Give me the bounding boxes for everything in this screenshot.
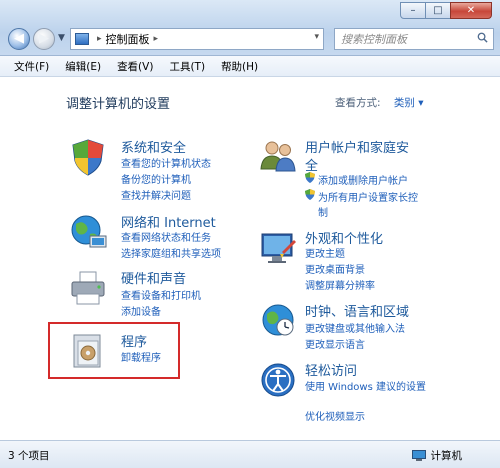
link-parental-controls[interactable]: 为所有用户设置家长控 [318, 189, 418, 204]
uac-shield-icon [305, 189, 315, 200]
link-adjust-resolution[interactable]: 调整屏幕分辨率 [305, 277, 375, 292]
breadcrumb-separator-icon[interactable]: ▸ [97, 34, 102, 44]
user-accounts-icon[interactable] [258, 137, 298, 177]
address-bar[interactable]: ▸ 控制面板 ▸ ▾ [70, 28, 324, 50]
back-arrow-icon: ◀ [14, 31, 24, 46]
search-icon[interactable] [477, 32, 488, 43]
link-change-desktop-background[interactable]: 更改桌面背景 [305, 261, 365, 276]
breadcrumb-separator-icon[interactable]: ▸ [154, 34, 159, 44]
search-placeholder: 搜索控制面板 [341, 33, 407, 46]
link-troubleshoot[interactable]: 查找并解决问题 [121, 187, 191, 202]
uac-shield-icon [305, 172, 315, 183]
address-dropdown-icon[interactable]: ▾ [314, 32, 319, 42]
ease-of-access-icon[interactable] [258, 360, 298, 400]
link-view-computer-status[interactable]: 查看您的计算机状态 [121, 155, 211, 170]
status-bar: 3 个项目 计算机 [0, 440, 500, 468]
control-panel-icon [75, 33, 89, 45]
category-clock-language-region[interactable]: 时钟、语言和区域 [305, 301, 409, 320]
menu-file[interactable]: 文件(F) [0, 59, 57, 74]
category-system-security[interactable]: 系统和安全 [121, 137, 186, 156]
status-computer: 计算机 [411, 448, 463, 463]
link-backup-computer[interactable]: 备份您的计算机 [121, 171, 191, 186]
network-globe-icon[interactable] [68, 212, 108, 252]
appearance-icon[interactable] [258, 228, 298, 268]
computer-icon [411, 450, 426, 461]
control-panel-window: – □ ✕ ◀ ▶ ▼ ▸ 控制面板 ▸ ▾ 搜索控制面板 文件(F) 编辑(E… [0, 0, 500, 468]
link-add-device[interactable]: 添加设备 [121, 303, 161, 318]
programs-highlight-box [48, 322, 180, 379]
link-add-remove-accounts[interactable]: 添加或删除用户帐户 [318, 172, 408, 187]
view-by-label: 查看方式: [335, 97, 381, 109]
printer-icon[interactable] [68, 268, 108, 308]
shield-icon[interactable] [68, 137, 108, 177]
clock-globe-icon[interactable] [258, 300, 298, 340]
menu-edit[interactable]: 编辑(E) [57, 59, 109, 74]
link-change-theme[interactable]: 更改主题 [305, 245, 345, 260]
page-title: 调整计算机的设置 [66, 97, 171, 112]
view-by: 查看方式: 类别 ▾ [335, 95, 424, 110]
recent-pages-dropdown[interactable]: ▼ [58, 33, 65, 43]
category-ease-of-access[interactable]: 轻松访问 [305, 360, 357, 379]
minimize-button[interactable]: – [400, 2, 426, 19]
view-by-dropdown[interactable]: 类别 ▾ [394, 97, 424, 109]
forward-arrow-icon: ▶ [39, 31, 49, 46]
category-user-accounts[interactable]: 用户帐户和家庭安 [305, 137, 409, 156]
link-view-network-status[interactable]: 查看网络状态和任务 [121, 229, 211, 244]
close-button[interactable]: ✕ [450, 2, 492, 19]
link-windows-suggested-settings[interactable]: 使用 Windows 建议的设置 [305, 378, 426, 393]
link-homegroup-sharing[interactable]: 选择家庭组和共享选项 [121, 245, 221, 260]
title-bar: – □ ✕ ◀ ▶ ▼ ▸ 控制面板 ▸ ▾ 搜索控制面板 [0, 0, 500, 56]
item-count: 3 个项目 [8, 450, 50, 462]
menu-bar: 文件(F) 编辑(E) 查看(V) 工具(T) 帮助(H) [0, 56, 500, 77]
link-change-display-language[interactable]: 更改显示语言 [305, 336, 365, 351]
menu-help[interactable]: 帮助(H) [213, 59, 266, 74]
computer-label: 计算机 [430, 450, 463, 462]
forward-button[interactable]: ▶ [33, 28, 55, 50]
menu-view[interactable]: 查看(V) [109, 59, 161, 74]
window-controls: – □ ✕ [400, 2, 492, 19]
maximize-button[interactable]: □ [425, 2, 451, 19]
link-devices-printers[interactable]: 查看设备和打印机 [121, 287, 201, 302]
menu-tools[interactable]: 工具(T) [161, 59, 213, 74]
link-parental-controls-line2[interactable]: 制 [318, 204, 328, 219]
breadcrumb-control-panel[interactable]: 控制面板 [106, 31, 150, 47]
search-box[interactable]: 搜索控制面板 [334, 28, 494, 50]
category-hardware-sound[interactable]: 硬件和声音 [121, 268, 186, 287]
back-button[interactable]: ◀ [8, 28, 30, 50]
link-optimize-video-display[interactable]: 优化视频显示 [305, 408, 365, 423]
link-change-keyboard-input[interactable]: 更改键盘或其他输入法 [305, 320, 405, 335]
